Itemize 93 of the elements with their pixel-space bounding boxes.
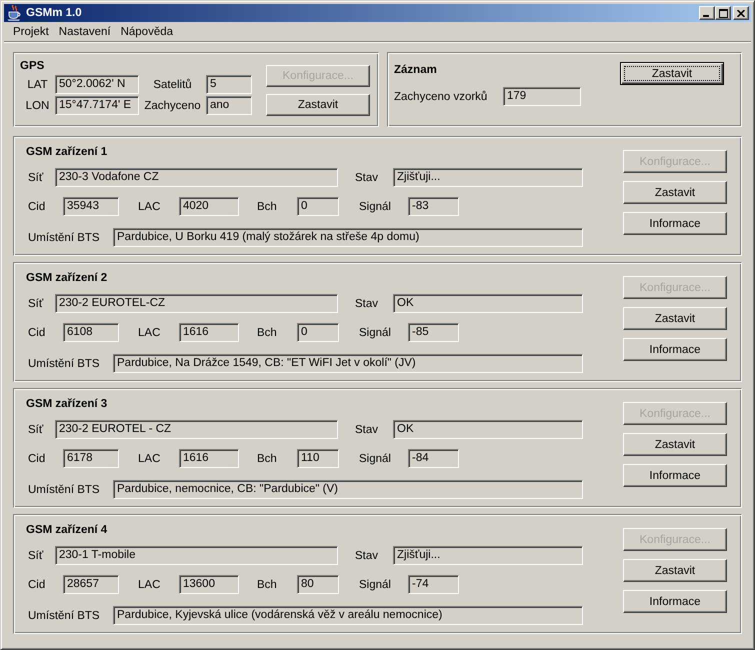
info-button[interactable]: Informace <box>623 590 727 613</box>
lac-field[interactable]: 1616 <box>179 323 239 342</box>
stop-button[interactable]: Zastavit <box>266 94 370 116</box>
panel-title: GSM zařízení 2 <box>26 271 108 285</box>
cid-field[interactable]: 28657 <box>63 575 119 594</box>
maximize-button[interactable] <box>715 6 731 20</box>
bch-field[interactable]: 110 <box>297 449 339 468</box>
stop-button[interactable]: Zastavit <box>623 307 727 330</box>
panel-title: GSM zařízení 4 <box>26 523 108 537</box>
stop-button[interactable]: Zastavit <box>623 181 727 204</box>
bts-location-label: Umístění BTS <box>28 610 100 622</box>
panel-title: Záznam <box>394 63 437 77</box>
network-field[interactable]: 230-1 T-mobile <box>55 546 338 565</box>
signal-label: Signál <box>359 326 391 338</box>
info-button[interactable]: Informace <box>623 464 727 487</box>
fix-label: Zachyceno <box>144 100 201 112</box>
satellites-label: Satelitů <box>153 78 192 90</box>
status-label: Stav <box>355 298 378 310</box>
bch-label: Bch <box>257 200 277 212</box>
status-field[interactable]: Zjišťuji... <box>393 546 583 565</box>
minimize-icon <box>703 15 709 17</box>
menu-item[interactable]: Nápověda <box>116 26 178 38</box>
network-label: Síť <box>28 298 44 310</box>
signal-field[interactable]: -85 <box>408 323 459 342</box>
stop-button[interactable]: Zastavit <box>620 62 724 85</box>
signal-label: Signál <box>359 452 391 464</box>
menu-item[interactable]: Nastavení <box>54 26 116 38</box>
lac-field[interactable]: 13600 <box>179 575 239 594</box>
cid-label: Cid <box>28 200 46 212</box>
bch-field[interactable]: 0 <box>297 197 339 216</box>
bch-label: Bch <box>257 452 277 464</box>
samples-field[interactable]: 179 <box>503 87 581 106</box>
network-field[interactable]: 230-3 Vodafone CZ <box>55 168 338 187</box>
stop-button[interactable]: Zastavit <box>623 433 727 456</box>
lon-label: LON <box>26 100 50 112</box>
network-label: Síť <box>28 550 44 562</box>
panel-title: GPS <box>20 59 44 73</box>
network-label: Síť <box>28 172 44 184</box>
cid-label: Cid <box>28 326 46 338</box>
bch-field[interactable]: 0 <box>297 323 339 342</box>
cid-field[interactable]: 6108 <box>63 323 119 342</box>
status-label: Stav <box>355 550 378 562</box>
lac-label: LAC <box>138 452 160 464</box>
menu-item[interactable]: Projekt <box>8 26 54 38</box>
signal-field[interactable]: -84 <box>408 449 459 468</box>
stop-button[interactable]: Zastavit <box>623 559 727 582</box>
info-button[interactable]: Informace <box>623 338 727 361</box>
signal-label: Signál <box>359 578 391 590</box>
status-field[interactable]: Zjišťuji... <box>393 168 583 187</box>
lac-label: LAC <box>138 326 160 338</box>
bts-location-field[interactable]: Pardubice, Na Drážce 1549, CB: "ET WiFI Jet v okolí" (JV) <box>113 354 583 373</box>
coffee-cup-icon <box>7 5 21 21</box>
lac-label: LAC <box>138 200 160 212</box>
status-field[interactable]: OK <box>393 420 583 439</box>
cid-field[interactable]: 35943 <box>63 197 119 216</box>
lat-field[interactable]: 50°2.0062' N <box>55 75 139 94</box>
signal-label: Signál <box>359 200 391 212</box>
close-icon <box>737 10 745 16</box>
network-field[interactable]: 230-2 EUROTEL - CZ <box>55 420 338 439</box>
status-field[interactable]: OK <box>393 294 583 313</box>
bts-location-label: Umístění BTS <box>28 358 100 370</box>
bch-label: Bch <box>257 578 277 590</box>
status-label: Stav <box>355 172 378 184</box>
samples-label: Zachyceno vzorků <box>394 90 488 102</box>
minimize-button[interactable] <box>699 6 715 20</box>
lac-field[interactable]: 1616 <box>179 449 239 468</box>
panel-title: GSM zařízení 3 <box>26 397 108 411</box>
fix-field[interactable]: ano <box>206 96 252 115</box>
lac-field[interactable]: 4020 <box>179 197 239 216</box>
lon-field[interactable]: 15°47.7174' E <box>55 96 139 115</box>
lat-label: LAT <box>27 78 48 90</box>
panel-title: GSM zařízení 1 <box>26 145 108 159</box>
cid-label: Cid <box>28 578 46 590</box>
status-label: Stav <box>355 424 378 436</box>
satellites-field[interactable]: 5 <box>206 75 252 94</box>
bts-location-field[interactable]: Pardubice, U Borku 419 (malý stožárek na střeše 4p domu) <box>113 228 583 247</box>
lac-label: LAC <box>138 578 160 590</box>
window-title: GSMm 1.0 <box>26 7 82 19</box>
close-button[interactable] <box>733 6 749 20</box>
signal-field[interactable]: -83 <box>408 197 459 216</box>
network-field[interactable]: 230-2 EUROTEL-CZ <box>55 294 338 313</box>
bch-label: Bch <box>257 326 277 338</box>
bch-field[interactable]: 80 <box>297 575 339 594</box>
cid-field[interactable]: 6178 <box>63 449 119 468</box>
cid-label: Cid <box>28 452 46 464</box>
bts-location-label: Umístění BTS <box>28 232 100 244</box>
bts-location-field[interactable]: Pardubice, Kyjevská ulice (vodárenská věž v areálu nemocnice) <box>113 606 583 625</box>
network-label: Síť <box>28 424 44 436</box>
maximize-icon <box>718 8 728 18</box>
bts-location-label: Umístění BTS <box>28 484 100 496</box>
signal-field[interactable]: -74 <box>408 575 459 594</box>
bts-location-field[interactable]: Pardubice, nemocnice, CB: "Pardubice" (V) <box>113 480 583 499</box>
info-button[interactable]: Informace <box>623 212 727 235</box>
